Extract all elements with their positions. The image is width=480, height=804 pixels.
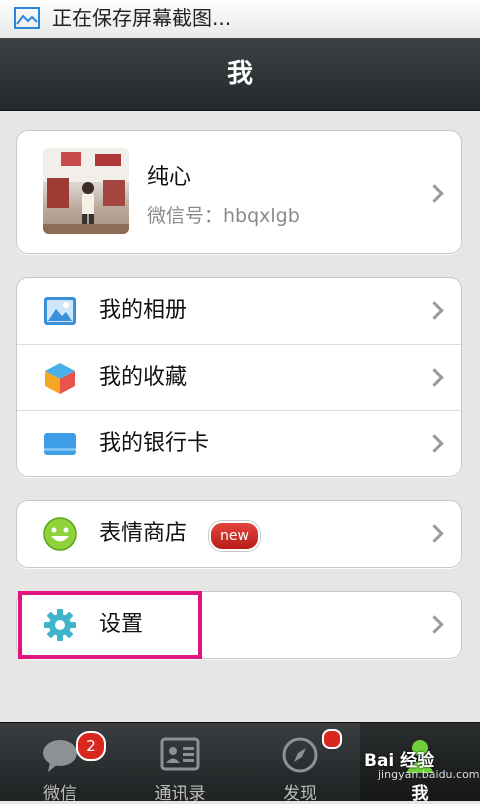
screenshot-icon <box>14 7 40 29</box>
menu-item-label: 我的相册 <box>99 298 188 323</box>
tab-label: 我 <box>411 784 429 804</box>
menu-item-favorites[interactable]: 我的收藏 <box>17 344 461 411</box>
avatar <box>43 148 129 234</box>
menu-group-sticker: 表情商店 new <box>16 500 462 568</box>
tab-label: 微信 <box>43 784 77 804</box>
notification-dot <box>322 729 342 749</box>
watermark-url: jingyan.baidu.com <box>378 768 480 781</box>
chevron-right-icon <box>425 184 444 203</box>
compass-icon <box>282 737 318 773</box>
menu-item-album[interactable]: 我的相册 <box>17 278 461 344</box>
menu-group-wallet: 我的相册 我的收藏 我的银行卡 <box>16 277 462 477</box>
chevron-right-icon <box>425 301 444 320</box>
menu-item-label: 我的银行卡 <box>99 431 210 456</box>
unread-badge: 2 <box>76 731 106 761</box>
profile-card[interactable]: 纯心 微信号：hbqxlgb <box>16 130 462 254</box>
wechat-id: 微信号：hbqxlgb <box>147 205 300 227</box>
status-bar: 正在保存屏幕截图... <box>0 0 480 39</box>
smiley-icon <box>43 517 77 551</box>
status-text: 正在保存屏幕截图... <box>52 6 232 30</box>
tab-label: 发现 <box>283 784 317 804</box>
chevron-right-icon <box>425 368 444 387</box>
favorites-icon <box>45 363 75 394</box>
chevron-right-icon <box>425 434 444 453</box>
menu-item-label: 表情商店 <box>99 521 188 546</box>
page-title: 我 <box>226 59 253 89</box>
contacts-icon <box>160 737 200 771</box>
menu-item-bank-card[interactable]: 我的银行卡 <box>17 410 461 477</box>
tab-label: 通讯录 <box>154 784 206 804</box>
menu-item-label: 我的收藏 <box>99 365 188 390</box>
new-badge: new <box>209 521 260 551</box>
chevron-right-icon <box>425 524 444 543</box>
chat-bubble-icon <box>43 740 77 772</box>
tab-chats[interactable]: 2 微信 <box>0 723 120 804</box>
tab-discover[interactable]: 发现 <box>240 723 360 804</box>
bank-card-icon <box>44 433 76 455</box>
highlight-box <box>18 591 202 659</box>
title-bar: 我 <box>0 38 480 111</box>
tab-contacts[interactable]: 通讯录 <box>120 723 240 804</box>
album-icon <box>44 297 76 325</box>
menu-item-sticker-store[interactable]: 表情商店 new <box>17 501 461 567</box>
profile-name: 纯心 <box>147 165 192 190</box>
chevron-right-icon <box>425 615 444 634</box>
